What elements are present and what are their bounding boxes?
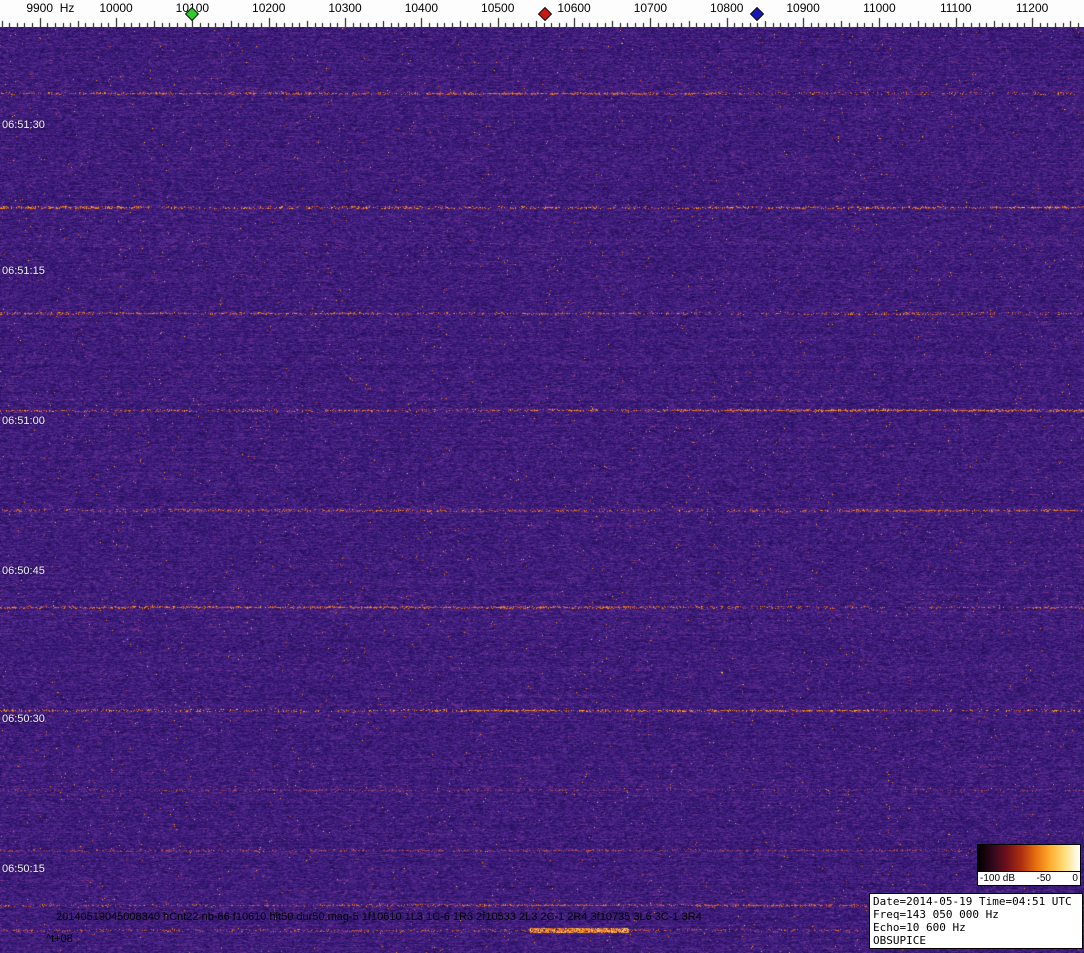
colorbar-labels: -100 dB -50 0 [978, 872, 1080, 885]
color-scale[interactable]: -100 dB -50 0 [977, 844, 1081, 886]
freq-tick-label: 11000 [863, 1, 896, 15]
color-gradient-bar [978, 845, 1080, 872]
freq-tick-label: 11200 [1015, 1, 1049, 15]
info-frequency: Freq=143 050 000 Hz [873, 908, 999, 921]
detection-log-text: 20140519045008340 hCnt22 nb-66 f10610 hi… [56, 911, 702, 923]
freq-tick-label: 10700 [633, 1, 668, 15]
time-axis-label: 06:51:15 [2, 265, 45, 277]
colorbar-mid-label: -50 [1036, 873, 1051, 884]
frequency-ruler[interactable]: 9900100001010010200103001040010500106001… [0, 0, 1084, 27]
info-observer: OBSUPICE [873, 934, 926, 947]
colorbar-max-label: 0 [1072, 873, 1078, 884]
time-axis-label: 06:51:30 [2, 119, 45, 131]
freq-tick-label: 10200 [252, 1, 286, 15]
freq-tick-label: 11100 [939, 1, 972, 15]
waterfall-area: 20140519045008340 hCnt22 nb-66 f10610 hi… [0, 27, 1084, 953]
spectrum-waterfall-window: 9900100001010010200103001040010500106001… [0, 0, 1084, 953]
cursor-readout-text: ^t+08 [46, 933, 73, 945]
time-axis-label: 06:50:45 [2, 565, 45, 577]
time-axis-label: 06:50:30 [2, 713, 45, 725]
info-echo: Echo=10 600 Hz [873, 921, 966, 934]
freq-tick-label: 10600 [557, 1, 591, 15]
freq-tick-label: 10000 [99, 1, 133, 15]
freq-tick-label: 10900 [786, 1, 820, 15]
colorbar-min-label: -100 dB [980, 873, 1016, 884]
freq-tick-label: 10800 [710, 1, 744, 15]
time-axis-label: 06:51:00 [2, 415, 45, 427]
freq-tick-label: 10400 [404, 1, 439, 15]
time-axis-label: 06:50:15 [2, 863, 45, 875]
status-info-box: Date=2014-05-19 Time=04:51 UTC Freq=143 … [869, 893, 1083, 949]
freq-tick-label: 10300 [328, 1, 362, 15]
freq-tick-label: 10500 [481, 1, 515, 15]
freq-unit-label: Hz [59, 1, 75, 15]
info-date-time: Date=2014-05-19 Time=04:51 UTC [873, 895, 1072, 908]
freq-tick-label: 9900 [26, 1, 54, 15]
spectrogram-canvas[interactable] [0, 27, 1084, 953]
